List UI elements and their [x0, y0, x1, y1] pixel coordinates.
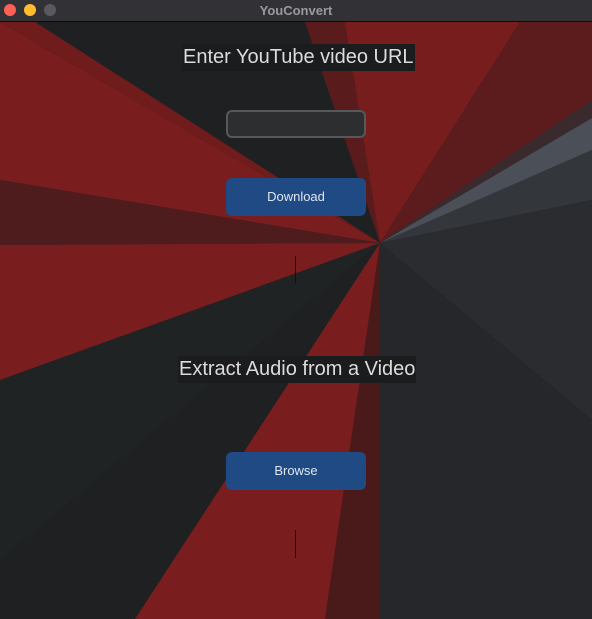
url-input[interactable] — [226, 110, 366, 138]
download-button[interactable]: Download — [226, 178, 366, 216]
status-divider — [295, 256, 296, 284]
browse-button[interactable]: Browse — [226, 452, 366, 490]
download-heading: Enter YouTube video URL — [182, 44, 415, 71]
extract-heading: Extract Audio from a Video — [178, 356, 417, 383]
status-divider — [295, 530, 296, 558]
title-bar: YouConvert — [0, 0, 592, 22]
window-title: YouConvert — [259, 3, 333, 18]
